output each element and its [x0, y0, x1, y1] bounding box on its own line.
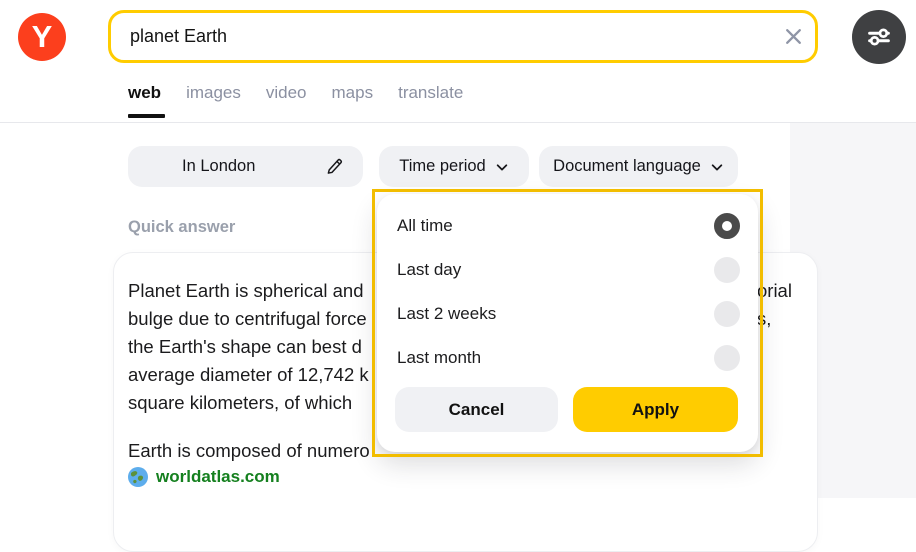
active-tab-underline — [128, 114, 165, 118]
radio-unselected-icon[interactable] — [714, 257, 740, 283]
tab-video[interactable]: video — [266, 83, 307, 103]
option-label: Last month — [397, 348, 481, 368]
radio-unselected-icon[interactable] — [714, 301, 740, 327]
time-period-filter-label: Time period — [399, 157, 486, 176]
option-last-2-weeks[interactable]: Last 2 weeks — [397, 301, 740, 327]
search-box[interactable] — [108, 10, 818, 63]
yandex-logo[interactable]: Y — [18, 13, 66, 61]
yandex-logo-letter: Y — [32, 21, 53, 52]
search-input[interactable] — [111, 26, 771, 47]
answer-text-line: the Earth's shape can best d — [128, 333, 362, 361]
close-icon — [783, 26, 804, 47]
option-all-time[interactable]: All time — [397, 213, 740, 239]
option-label: Last day — [397, 260, 461, 280]
document-language-filter-label: Document language — [553, 157, 701, 176]
region-filter-label: In London — [182, 157, 255, 176]
tab-web[interactable]: web — [128, 83, 161, 103]
answer-text-line: Earth is composed of numero — [128, 437, 370, 465]
option-last-month[interactable]: Last month — [397, 345, 740, 371]
pencil-icon — [324, 156, 345, 177]
region-filter-chip[interactable]: In London — [128, 146, 363, 187]
document-language-filter-chip[interactable]: Document language — [539, 146, 738, 187]
answer-text-line: orial — [757, 277, 792, 305]
chevron-down-icon — [495, 160, 509, 174]
tab-translate[interactable]: translate — [398, 83, 463, 103]
answer-text-line: bulge due to centrifugal force — [128, 305, 367, 333]
answer-text-line: average diameter of 12,742 k — [128, 361, 369, 389]
source-link-label: worldatlas.com — [156, 467, 280, 487]
answer-text-line: Planet Earth is spherical and — [128, 277, 364, 305]
apply-button[interactable]: Apply — [573, 387, 738, 432]
search-settings-button[interactable] — [852, 10, 906, 64]
option-label: Last 2 weeks — [397, 304, 496, 324]
clear-search-button[interactable] — [771, 15, 815, 59]
radio-selected-icon[interactable] — [714, 213, 740, 239]
search-tabs: web images video maps translate — [128, 83, 463, 103]
radio-unselected-icon[interactable] — [714, 345, 740, 371]
quick-answer-heading: Quick answer — [128, 218, 235, 237]
globe-favicon — [128, 467, 148, 487]
header-divider — [0, 122, 916, 123]
chevron-down-icon — [710, 160, 724, 174]
option-last-day[interactable]: Last day — [397, 257, 740, 283]
cancel-button[interactable]: Cancel — [395, 387, 558, 432]
tab-images[interactable]: images — [186, 83, 241, 103]
tab-maps[interactable]: maps — [332, 83, 374, 103]
sliders-icon — [864, 22, 894, 52]
time-period-filter-chip[interactable]: Time period — [379, 146, 529, 187]
answer-text-line: square kilometers, of which — [128, 389, 352, 417]
source-link[interactable]: worldatlas.com — [128, 467, 280, 487]
answer-text-line: s, — [757, 305, 771, 333]
time-period-dropdown: All time Last day Last 2 weeks Last mont… — [377, 194, 758, 452]
option-label: All time — [397, 216, 453, 236]
